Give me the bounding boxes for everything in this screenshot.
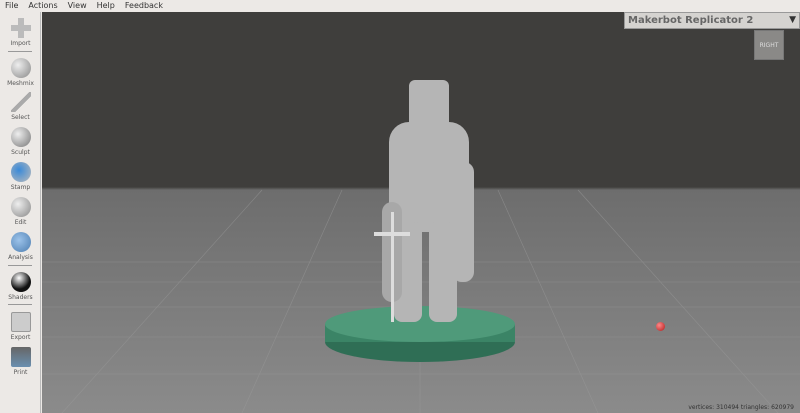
menu-view[interactable]: View: [63, 0, 92, 12]
chevron-down-icon: ▼: [789, 15, 796, 25]
menu-actions[interactable]: Actions: [23, 0, 62, 12]
analysis-button[interactable]: Analysis: [0, 232, 41, 261]
shader-sphere-icon: [10, 272, 31, 292]
meshmix-icon: [10, 58, 31, 78]
select-arrow-icon: [10, 92, 31, 112]
divider: [8, 265, 32, 266]
analysis-icon: [10, 232, 31, 252]
divider: [8, 51, 32, 52]
divider: [8, 304, 32, 305]
knight-figure: [374, 80, 474, 322]
export-button[interactable]: Export: [0, 312, 41, 341]
print-icon: [10, 347, 31, 367]
printer-select[interactable]: Makerbot Replicator 2 ▼: [624, 12, 800, 29]
select-button[interactable]: Select: [0, 92, 41, 121]
view-cube[interactable]: RIGHT: [754, 30, 784, 60]
menu-file[interactable]: File: [0, 0, 23, 12]
tool-sidebar: Import Meshmix Select Sculpt Stamp Edit …: [0, 12, 41, 413]
mesh-stats: vertices: 310494 triangles: 620979: [688, 404, 794, 411]
edit-icon: [10, 197, 31, 217]
print-button[interactable]: Print: [0, 347, 41, 376]
3d-viewport[interactable]: Makerbot Replicator 2 ▼ RIGHT vertices: 3…: [42, 12, 800, 413]
menu-feedback[interactable]: Feedback: [120, 0, 168, 12]
scene: [42, 80, 800, 413]
sculpt-button[interactable]: Sculpt: [0, 127, 41, 156]
import-button[interactable]: Import: [0, 18, 41, 47]
shaders-button[interactable]: Shaders: [0, 272, 41, 301]
brush-icon: [10, 127, 31, 147]
stamp-icon: [10, 162, 31, 182]
menu-bar: File Actions View Help Feedback: [0, 0, 800, 12]
menu-help[interactable]: Help: [92, 0, 120, 12]
light-handle[interactable]: [656, 322, 665, 331]
meshmix-button[interactable]: Meshmix: [0, 58, 41, 87]
edit-button[interactable]: Edit: [0, 197, 41, 226]
export-icon: [10, 312, 31, 332]
stamp-button[interactable]: Stamp: [0, 162, 41, 191]
plus-icon: [10, 18, 31, 38]
